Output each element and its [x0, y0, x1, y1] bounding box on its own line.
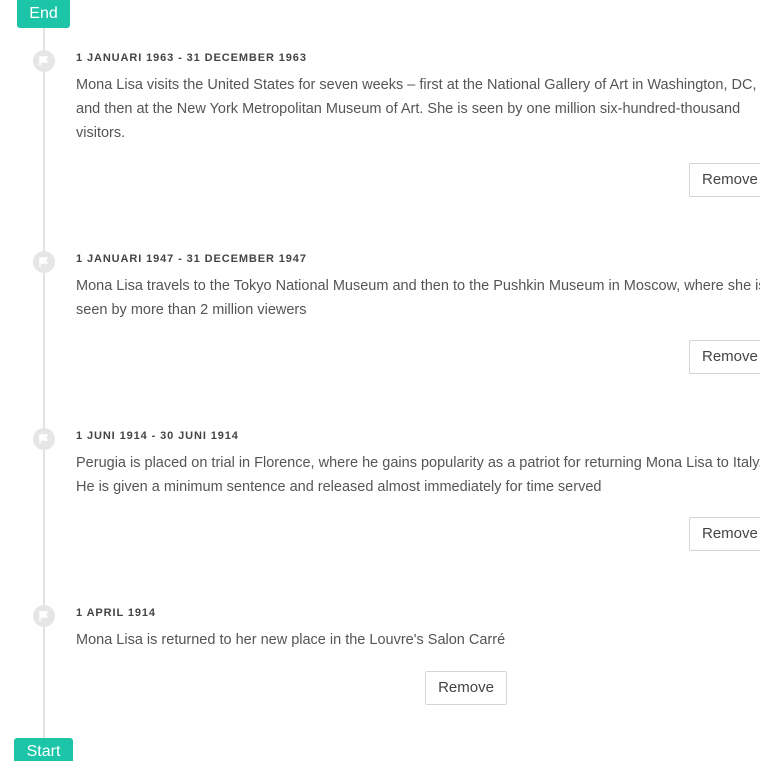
remove-button[interactable]: Remove: [689, 163, 760, 197]
event-description: Mona Lisa visits the United States for s…: [76, 77, 757, 141]
remove-button[interactable]: Remove: [689, 340, 760, 374]
timeline-line: [43, 28, 45, 740]
event-date: 1 APRIL 1914: [76, 607, 156, 619]
event-description: Mona Lisa travels to the Tokyo National …: [76, 278, 760, 318]
end-button[interactable]: End: [17, 0, 70, 28]
remove-button[interactable]: Remove: [425, 671, 507, 705]
flag-icon: [33, 605, 55, 627]
event-description: Perugia is placed on trial in Florence, …: [76, 455, 760, 495]
flag-icon: [33, 50, 55, 72]
flag-icon: [33, 251, 55, 273]
event-description: Mona Lisa is returned to her new place i…: [76, 632, 506, 648]
start-button[interactable]: Start: [14, 738, 73, 761]
event-date: 1 JANUARI 1963 - 31 DECEMBER 1963: [76, 52, 307, 64]
flag-icon: [33, 428, 55, 450]
event-date: 1 JANUARI 1947 - 31 DECEMBER 1947: [76, 253, 307, 265]
remove-button[interactable]: Remove: [689, 517, 760, 551]
event-date: 1 JUNI 1914 - 30 JUNI 1914: [76, 430, 239, 442]
